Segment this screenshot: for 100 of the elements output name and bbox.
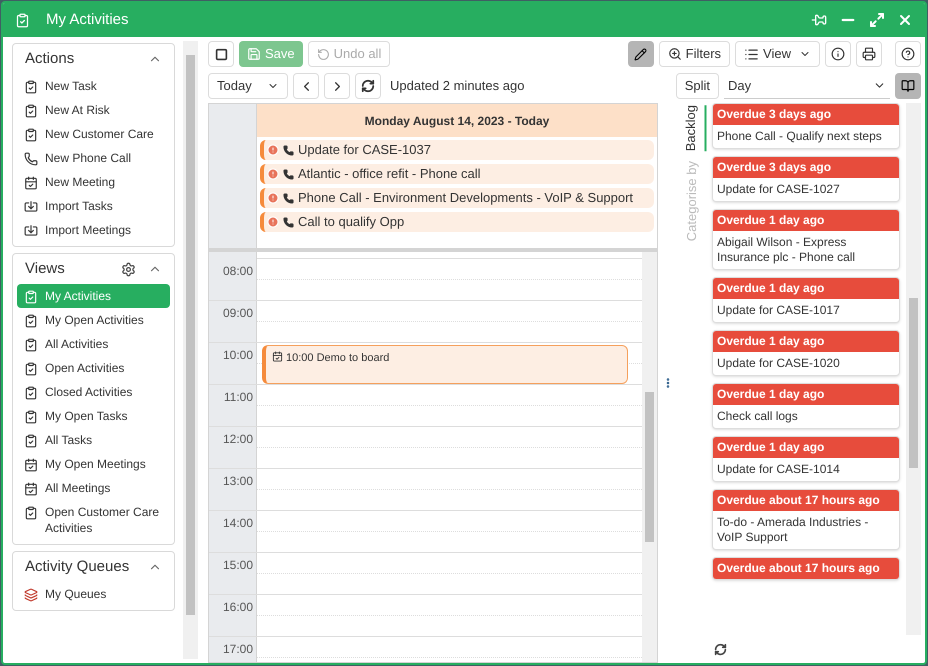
backlog-card[interactable]: Overdue 1 day ago Update for CASE-1020 (712, 330, 900, 376)
backlog-card[interactable]: Overdue 3 days ago Phone Call - Qualify next steps (712, 103, 900, 149)
overdue-header: Overdue 1 day ago (713, 384, 899, 405)
sidebar-item[interactable]: All Meetings (17, 476, 170, 500)
next-button[interactable] (324, 73, 350, 99)
sidebar-item[interactable]: All Tasks (17, 428, 170, 452)
all-day-event[interactable]: Atlantic - office refit - Phone call (260, 164, 654, 184)
phone-icon (283, 216, 294, 228)
help-icon (901, 47, 915, 61)
print-button[interactable] (856, 41, 882, 67)
overdue-header: Overdue 1 day ago (713, 331, 899, 352)
book-button[interactable] (895, 73, 921, 99)
clipboard-icon (15, 12, 30, 28)
card-text: Phone Call - Qualify next steps (716, 128, 883, 145)
sidebar-item[interactable]: My Open Meetings (17, 452, 170, 476)
import-icon (24, 224, 38, 238)
sidebar-item[interactable]: Open Customer Care Activities (17, 500, 170, 540)
calendar-icon (24, 458, 38, 472)
alert-icon (267, 144, 279, 156)
clipboard-icon (24, 434, 38, 448)
hour-label: 15:00 (209, 553, 257, 594)
scrollbar[interactable] (642, 252, 657, 662)
settings-icon[interactable] (121, 262, 136, 276)
backlog-card[interactable]: Overdue 1 day ago Check call logs (712, 383, 900, 429)
sidebar-item[interactable]: My Open Tasks (17, 404, 170, 428)
clipboard-icon (24, 314, 38, 328)
sidebar-item[interactable]: Open Activities (17, 356, 170, 380)
hour-label: 12:00 (209, 427, 257, 468)
refresh-icon[interactable] (714, 642, 727, 656)
alert-icon (267, 216, 279, 228)
card-text: Update for CASE-1017 (716, 302, 841, 319)
info-button[interactable] (825, 41, 851, 67)
panel-toggle-button[interactable] (208, 41, 234, 67)
hour-label: 13:00 (209, 469, 257, 510)
scrollbar[interactable] (906, 103, 921, 635)
phone-icon (24, 152, 38, 166)
phone-icon (283, 192, 294, 204)
import-icon (24, 200, 38, 214)
clipboard-icon (24, 338, 38, 352)
refresh-icon (361, 79, 375, 93)
sidebar-item[interactable]: New Meeting (17, 170, 170, 194)
sidebar-item[interactable]: New Phone Call (17, 146, 170, 170)
overdue-header: Overdue 1 day ago (713, 210, 899, 231)
hour-label: 08:00 (209, 259, 257, 300)
pin-icon[interactable] (811, 12, 827, 28)
card-text: Update for CASE-1027 (716, 181, 841, 198)
all-day-event[interactable]: Call to qualify Opp (260, 212, 654, 232)
phone-icon (283, 168, 294, 180)
hour-label: 17:00 (209, 637, 257, 662)
sidebar-item[interactable]: Closed Activities (17, 380, 170, 404)
sidebar-item[interactable]: My Queues (17, 582, 170, 606)
clipboard-icon (24, 506, 38, 520)
view-button[interactable]: View (735, 41, 820, 67)
backlog-card[interactable]: Overdue about 17 hours ago To-do - Amerada Industries - VoIP Support (712, 489, 900, 550)
clipboard-icon (24, 80, 38, 94)
all-day-event[interactable]: Update for CASE-1037 (260, 140, 654, 160)
scrollbar[interactable] (183, 41, 198, 659)
backlog-card[interactable]: Overdue 1 day ago Update for CASE-1014 (712, 436, 900, 482)
edit-button[interactable] (628, 41, 654, 67)
help-button[interactable] (895, 41, 921, 67)
section-title: Activity Queues (25, 556, 130, 577)
book-icon (901, 79, 915, 93)
refresh-button[interactable] (355, 73, 381, 99)
filters-button[interactable]: Filters (658, 41, 730, 67)
mode-dropdown[interactable]: Day (724, 73, 890, 99)
clipboard-icon (24, 128, 38, 142)
overdue-header: Overdue 1 day ago (713, 437, 899, 458)
sidebar-item[interactable]: New Task (17, 74, 170, 98)
phone-icon (283, 144, 294, 156)
hour-label: 09:00 (209, 301, 257, 342)
update-status: Updated 2 minutes ago (390, 77, 524, 96)
overdue-header: Overdue 1 day ago (713, 278, 899, 299)
overdue-header: Overdue about 17 hours ago (713, 490, 899, 511)
hour-label: 11:00 (209, 385, 257, 426)
close-icon[interactable] (897, 12, 913, 28)
vertical-tab[interactable]: Backlog (677, 105, 707, 152)
sidebar-item[interactable]: Import Tasks (17, 194, 170, 218)
card-text: Update for CASE-1020 (716, 355, 841, 372)
clipboard-icon (24, 290, 38, 304)
backlog-card[interactable]: Overdue 1 day ago Update for CASE-1017 (712, 277, 900, 323)
previous-button[interactable] (293, 73, 319, 99)
backlog-card[interactable]: Overdue 3 days ago Update for CASE-1027 (712, 156, 900, 202)
hour-label: 10:00 (209, 343, 257, 384)
sidebar-item[interactable]: All Activities (17, 332, 170, 356)
section-title: Actions (25, 48, 74, 69)
calendar-event[interactable]: 10:00 Demo to board (262, 345, 628, 384)
clipboard-icon (24, 386, 38, 400)
sidebar-item[interactable]: My Open Activities (17, 308, 170, 332)
sidebar-item[interactable]: New Customer Care (17, 122, 170, 146)
sidebar-item[interactable]: New At Risk (17, 98, 170, 122)
sidebar-item[interactable]: Import Meetings (17, 218, 170, 242)
all-day-event[interactable]: Phone Call - Environment Developments - VoIP & Support (260, 188, 654, 208)
split-button[interactable]: Split (676, 73, 719, 99)
maximize-icon[interactable] (869, 12, 885, 28)
range-dropdown[interactable]: Today (208, 73, 288, 99)
backlog-card[interactable]: Overdue about 17 hours ago (712, 557, 900, 580)
hour-label: 16:00 (209, 595, 257, 636)
overdue-header: Overdue 3 days ago (713, 157, 899, 178)
backlog-card[interactable]: Overdue 1 day ago Abigail Wilson - Express Insurance plc - Phone call (712, 209, 900, 270)
alert-icon (267, 192, 279, 204)
